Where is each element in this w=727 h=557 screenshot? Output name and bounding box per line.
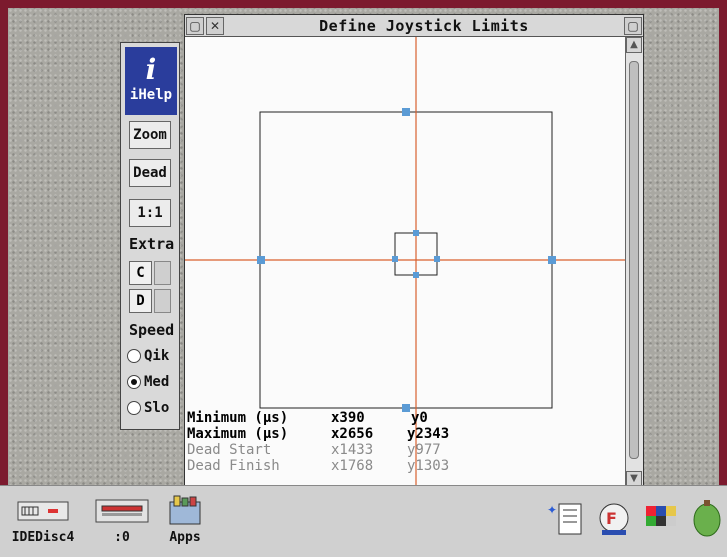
dead-finish-x: x1768 bbox=[331, 458, 374, 474]
ram-disc-item[interactable]: :0 bbox=[92, 496, 152, 545]
dead-right-handle[interactable] bbox=[434, 256, 440, 262]
speed-radio-label: Slo bbox=[144, 400, 170, 416]
font-manager-icon[interactable]: F bbox=[594, 498, 634, 538]
ram-disc-label: :0 bbox=[114, 530, 130, 545]
extra-c-control[interactable]: C bbox=[129, 261, 171, 285]
maximum-label: Maximum (µs) bbox=[187, 426, 289, 442]
ihelp-icon: i bbox=[145, 53, 157, 86]
window-title: Define Joystick Limits bbox=[319, 16, 529, 35]
dead-start-label: Dead Start bbox=[187, 442, 272, 458]
extra-d-field[interactable] bbox=[153, 289, 171, 313]
speed-radio-label: Qik bbox=[144, 348, 170, 364]
speed-label: Speed bbox=[129, 321, 175, 339]
svg-text:✦: ✦ bbox=[547, 503, 557, 517]
right-limit-handle[interactable] bbox=[548, 256, 556, 264]
joystick-work-area[interactable]: Minimum (µs) x390 y0 Maximum (µs) x2656 … bbox=[185, 37, 625, 487]
close-button[interactable]: ✕ bbox=[206, 16, 224, 35]
radio-selected-icon bbox=[127, 375, 141, 389]
speed-radio-qik[interactable]: Qik bbox=[127, 345, 181, 367]
extra-c-field[interactable] bbox=[153, 261, 171, 285]
help-app-icon[interactable]: ✦ bbox=[545, 500, 585, 538]
floppy-drive-icon bbox=[95, 499, 149, 523]
apps-item[interactable]: Apps bbox=[160, 494, 210, 545]
minimum-y: y0 bbox=[411, 410, 428, 426]
dead-button[interactable]: Dead bbox=[129, 159, 171, 187]
one-to-one-button[interactable]: 1:1 bbox=[129, 199, 171, 227]
vertical-scrollbar[interactable]: ▲ ▼ bbox=[625, 37, 643, 487]
drive-label: IDEDisc4 bbox=[11, 530, 75, 545]
bottom-limit-handle[interactable] bbox=[402, 404, 410, 412]
svg-text:F: F bbox=[606, 509, 617, 528]
extra-label: Extra bbox=[129, 235, 175, 253]
apps-folder-icon bbox=[169, 495, 201, 525]
dead-finish-label: Dead Finish bbox=[187, 458, 280, 474]
drive-icon-item[interactable]: IDEDisc4 bbox=[8, 496, 78, 545]
dead-start-x: x1433 bbox=[331, 442, 374, 458]
toggle-size-button[interactable]: ▢ bbox=[624, 16, 642, 35]
ihelp-button[interactable]: i iHelp bbox=[125, 47, 177, 115]
title-bar[interactable]: ▢ ✕ Define Joystick Limits ▢ bbox=[185, 15, 643, 37]
vertical-scroll-thumb[interactable] bbox=[629, 61, 639, 459]
zoom-button[interactable]: Zoom bbox=[129, 121, 171, 149]
hard-drive-icon bbox=[17, 501, 69, 521]
toolbox-pane: i iHelp Zoom Dead 1:1 Extra C D Speed Qi… bbox=[120, 42, 180, 430]
radio-icon bbox=[127, 349, 141, 363]
maximum-x: x2656 bbox=[331, 426, 374, 442]
minimum-label: Minimum (µs) bbox=[187, 410, 289, 426]
left-limit-handle[interactable] bbox=[257, 256, 265, 264]
dead-left-handle[interactable] bbox=[392, 256, 398, 262]
maximum-y: y2343 bbox=[407, 426, 450, 442]
speed-radio-label: Med bbox=[144, 374, 170, 390]
apps-label: Apps bbox=[169, 530, 201, 545]
dead-start-y: y977 bbox=[407, 442, 441, 458]
dead-top-handle[interactable] bbox=[413, 230, 419, 236]
dead-bottom-handle[interactable] bbox=[413, 272, 419, 278]
minimum-x: x390 bbox=[331, 410, 365, 426]
extra-d-label: D bbox=[129, 289, 152, 313]
extra-d-control[interactable]: D bbox=[129, 289, 171, 313]
joystick-limits-window: ▢ ✕ Define Joystick Limits ▢ Minimum (µs… bbox=[184, 14, 644, 506]
back-button[interactable]: ▢ bbox=[186, 16, 204, 35]
speed-radio-med[interactable]: Med bbox=[127, 371, 181, 393]
dead-finish-y: y1303 bbox=[407, 458, 450, 474]
extra-c-label: C bbox=[129, 261, 152, 285]
display-manager-icon[interactable] bbox=[642, 500, 682, 538]
scroll-up-arrow-icon[interactable]: ▲ bbox=[626, 37, 642, 53]
speed-radio-slo[interactable]: Slo bbox=[127, 397, 181, 419]
ihelp-label: iHelp bbox=[129, 87, 173, 103]
acorn-task-manager-icon[interactable] bbox=[690, 496, 724, 540]
icon-bar: IDEDisc4 :0 Apps ✦ F bbox=[0, 485, 727, 557]
radio-icon bbox=[127, 401, 141, 415]
top-limit-handle[interactable] bbox=[402, 108, 410, 116]
